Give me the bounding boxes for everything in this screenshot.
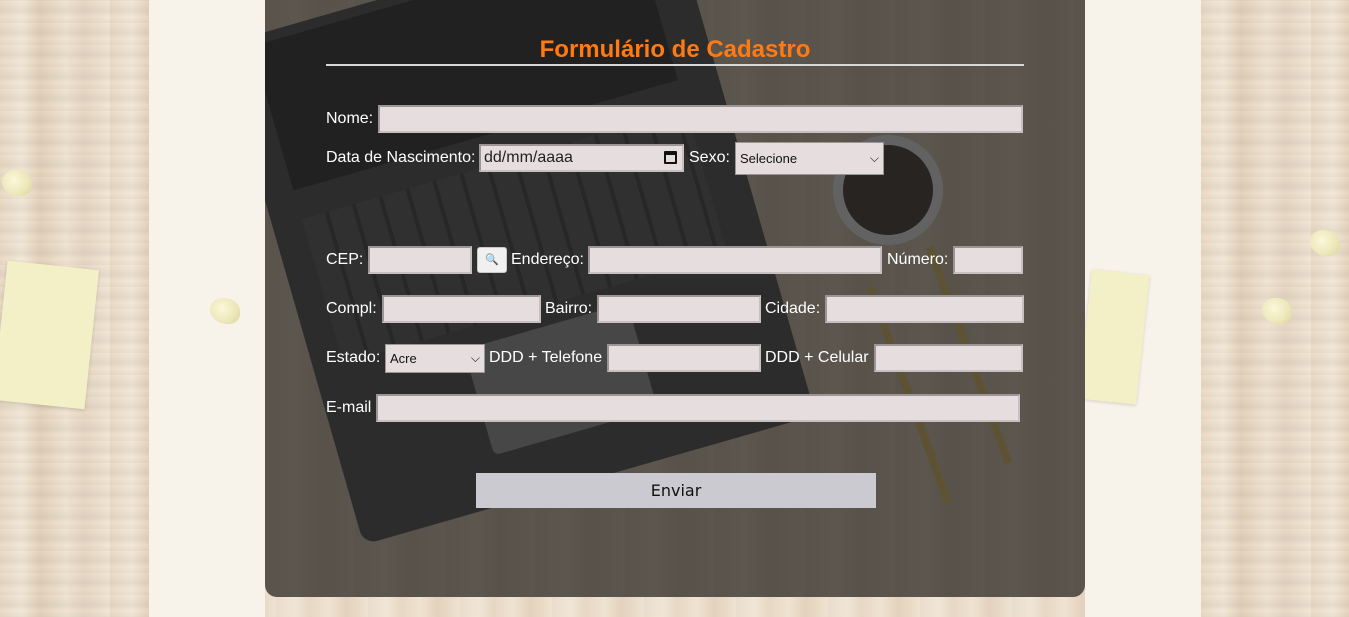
bairro-label: Bairro: — [545, 300, 593, 317]
estado-selected: Acre — [390, 351, 417, 366]
sexo-selected: Selecione — [740, 151, 798, 166]
chevron-down-icon: ⌵ — [470, 351, 480, 365]
email-input[interactable] — [376, 394, 1020, 422]
numero-input[interactable] — [953, 246, 1023, 274]
estado-select[interactable]: Acre ⌵ — [385, 344, 485, 373]
cep-search-button[interactable]: 🔍 — [477, 247, 507, 273]
email-label: E-mail — [326, 399, 372, 416]
endereco-label: Endereço: — [511, 251, 584, 268]
bairro-input[interactable] — [597, 295, 761, 323]
cep-input[interactable] — [368, 246, 472, 274]
celular-label: DDD + Celular — [765, 349, 869, 366]
cidade-label: Cidade: — [765, 300, 821, 317]
background-strip-left — [149, 0, 265, 617]
registration-form: Formulário de Cadastro Nome: Data de Nas… — [265, 0, 1085, 597]
celular-input[interactable] — [874, 344, 1023, 372]
form-title: Formulário de Cadastro — [539, 36, 811, 63]
cep-label: CEP: — [326, 251, 364, 268]
chevron-down-icon: ⌵ — [869, 151, 879, 165]
sexo-select[interactable]: Selecione ⌵ — [735, 142, 884, 175]
compl-input[interactable] — [382, 295, 541, 323]
data-nascimento-label: Data de Nascimento: — [326, 149, 476, 166]
compl-label: Compl: — [326, 300, 377, 317]
submit-button[interactable]: Enviar — [476, 473, 876, 508]
magnifier-icon: 🔍 — [485, 254, 499, 266]
numero-label: Número: — [887, 251, 949, 268]
sexo-label: Sexo: — [689, 149, 730, 166]
sticky-note-left — [0, 260, 100, 410]
telefone-label: DDD + Telefone — [489, 349, 603, 366]
endereco-input[interactable] — [588, 246, 882, 274]
nome-label: Nome: — [326, 110, 374, 127]
estado-label: Estado: — [326, 349, 381, 366]
cidade-input[interactable] — [825, 295, 1024, 323]
data-nascimento-input[interactable]: dd/mm/aaaa — [479, 144, 684, 172]
date-placeholder: dd/mm/aaaa — [484, 149, 573, 166]
title-divider — [326, 64, 1024, 66]
calendar-icon[interactable] — [664, 151, 677, 164]
telefone-input[interactable] — [607, 344, 761, 372]
nome-input[interactable] — [378, 105, 1023, 133]
